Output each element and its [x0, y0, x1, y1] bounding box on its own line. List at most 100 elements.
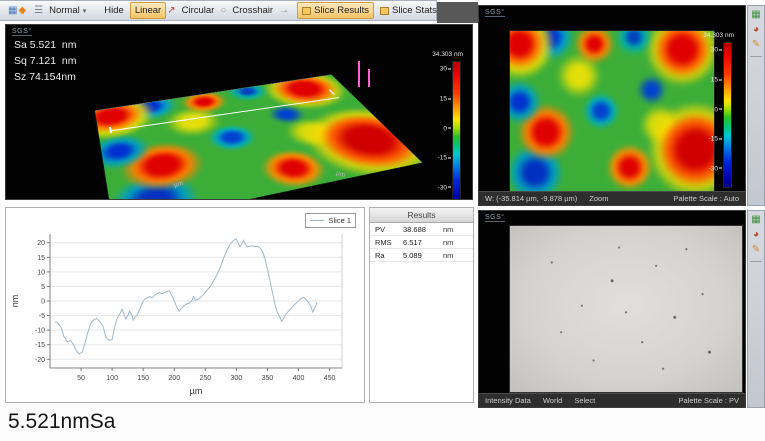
folder-icon — [380, 7, 389, 15]
intensity-panel[interactable]: SGS° Intensity Data World Select Palette… — [478, 210, 746, 408]
colorbar-tick-label: 30 — [440, 66, 451, 73]
crosshair-arrow-icon[interactable]: → — [279, 3, 289, 18]
metrology-app-window: ▦◆☰Normal▾HideLinear↗Circular○Crosshair→… — [0, 0, 765, 441]
colorbar-ticks: 30150-15-30 — [701, 42, 723, 188]
palette-icon[interactable]: ◕ — [753, 24, 759, 36]
colorbar-tick-label: 0 — [714, 106, 722, 113]
profile-line — [55, 239, 317, 354]
heightmap-panel[interactable]: SGS° 34.303 nm 30150-15-30 -39.851 nm W:… — [478, 5, 746, 206]
select-mode-item[interactable]: Select — [574, 396, 595, 405]
data-type-selector[interactable]: Intensity Data — [485, 396, 531, 405]
normal-button[interactable]: Normal▾ — [44, 2, 91, 19]
normal-button-label: Normal — [49, 5, 80, 16]
y-tick-label: -15 — [35, 342, 45, 349]
map-view-icon[interactable]: ▦ — [751, 9, 760, 21]
page-caption: 5.521nmSa — [8, 410, 115, 434]
slice-marker-post — [368, 69, 370, 87]
y-axis-label: nm — [10, 295, 20, 308]
list-view-icon[interactable]: ☰ — [34, 3, 43, 18]
y-tick-label: 0 — [41, 299, 45, 306]
x-tick-label: 450 — [324, 375, 336, 382]
results-header: Results — [370, 208, 473, 223]
palette-icon[interactable]: ◕ — [753, 229, 759, 241]
results-panel: Results PV38.688nmRMS6.517nmRa5.089nm — [369, 207, 474, 403]
stat-sq: Sq 7.121 nm — [14, 53, 76, 69]
intensity-image[interactable] — [509, 225, 743, 393]
circular-button[interactable]: Circular — [177, 2, 220, 19]
strip-divider — [750, 56, 762, 57]
chart-legend[interactable]: Slice 1 — [305, 213, 356, 228]
legend-label: Slice 1 — [328, 216, 351, 225]
toolbar-filler — [437, 2, 478, 23]
palette-scale-status[interactable]: Palette Scale : Auto — [674, 194, 739, 203]
x-tick-label: 150 — [137, 375, 149, 382]
palette-scale-status[interactable]: Palette Scale : PV — [679, 396, 739, 405]
intensity-side-toolbar: ▦ ◕ ✎ — [747, 210, 765, 408]
side-toolbar-icons: ▦ ◕ ✎ — [748, 211, 764, 262]
stat-sa: Sa 5.521 nm — [14, 37, 76, 53]
annotation-icon[interactable]: ✎ — [752, 39, 760, 51]
heightmap-statusbar: W: (-35.814 µm, -9.878 µm) Zoom Palette … — [479, 191, 745, 205]
pointer-highlight-icon[interactable]: ◆ — [18, 3, 26, 18]
colorbar-tick-label: -15 — [709, 136, 722, 143]
x-tick-label: 50 — [77, 375, 85, 382]
colorbar-tick-label: -15 — [438, 155, 451, 162]
dropdown-arrow-icon[interactable]: ▾ — [83, 7, 87, 15]
stat-sz: Sz 74.154nm — [14, 69, 76, 85]
heightmap-side-toolbar: ▦ ◕ ✎ — [747, 5, 765, 206]
x-tick-label: 100 — [106, 375, 118, 382]
annotation-icon[interactable]: ✎ — [752, 244, 760, 256]
slice-results-button[interactable]: Slice Results — [297, 2, 374, 19]
heightmap-image[interactable] — [509, 30, 715, 192]
hide-button[interactable]: Hide — [99, 2, 129, 19]
profile-chart-panel[interactable]: -20-15-10-505101520501001502002503003504… — [5, 207, 365, 403]
linear-button[interactable]: Linear — [130, 2, 166, 19]
legend-line-sample — [310, 220, 324, 221]
results-row: PV38.688nm — [370, 223, 473, 236]
dataset-grid-icon[interactable]: ▦ — [8, 3, 17, 18]
watermark-logo: SGS° — [485, 9, 505, 17]
crosshair-button-label: Crosshair — [232, 5, 273, 16]
y-tick-label: 15 — [37, 255, 45, 262]
slice-marker-post — [358, 61, 360, 87]
heightmap-colorbar[interactable]: 34.303 nm 30150-15-30 -39.851 nm — [723, 42, 732, 188]
crosshair-button[interactable]: Crosshair — [227, 2, 278, 19]
map-view-icon[interactable]: ▦ — [751, 214, 760, 226]
circular-slice-icon[interactable]: ○ — [220, 3, 226, 18]
surface-colorbar[interactable]: 34.303 nm 30150-15-30 -39.851 nm — [452, 61, 461, 200]
y-tick-label: 5 — [41, 284, 45, 291]
result-unit: nm — [443, 225, 473, 234]
zoom-mode-item[interactable]: Zoom — [589, 194, 608, 203]
results-row: RMS6.517nm — [370, 236, 473, 249]
watermark-logo: SGS° — [485, 214, 505, 222]
slice-stats-button[interactable]: Slice Stats — [375, 2, 442, 19]
x-tick-label: 400 — [293, 375, 305, 382]
profile-chart-svg[interactable]: -20-15-10-505101520501001502002503003504… — [6, 208, 362, 400]
surface-3d-view[interactable] — [95, 74, 422, 200]
colorbar-tick-label: 30 — [711, 47, 722, 54]
side-toolbar-icons: ▦ ◕ ✎ — [748, 6, 764, 57]
y-tick-label: -20 — [35, 357, 45, 364]
x-tick-label: 250 — [199, 375, 211, 382]
linear-button-label: Linear — [135, 5, 161, 16]
colorbar-tick-label: 0 — [443, 125, 451, 132]
colorbar-max-label: 34.303 nm — [703, 32, 734, 39]
surface-3d-panel[interactable]: SGS° Sa 5.521 nm Sq 7.121 nm Sz 74.154nm… — [5, 24, 473, 200]
linear-slice-arrow-icon[interactable]: ↗ — [167, 3, 175, 18]
toolbar: ▦◆☰Normal▾HideLinear↗Circular○Crosshair→… — [0, 0, 437, 21]
intensity-statusbar: Intensity Data World Select Palette Scal… — [479, 393, 745, 407]
y-tick-label: -5 — [39, 313, 45, 320]
colorbar-gradient[interactable] — [452, 61, 461, 200]
results-row: Ra5.089nm — [370, 249, 473, 262]
slice-results-button-label: Slice Results — [314, 5, 369, 16]
world-mode-item[interactable]: World — [543, 396, 562, 405]
heightmap-texture — [509, 30, 715, 192]
result-label: RMS — [370, 238, 403, 247]
x-tick-label: 300 — [231, 375, 243, 382]
colorbar-tick-label: -30 — [709, 165, 722, 172]
x-axis-label: µm — [190, 386, 203, 396]
result-label: PV — [370, 225, 403, 234]
colorbar-gradient[interactable] — [723, 42, 732, 188]
y-tick-label: 10 — [37, 269, 45, 276]
folder-icon — [302, 7, 311, 15]
